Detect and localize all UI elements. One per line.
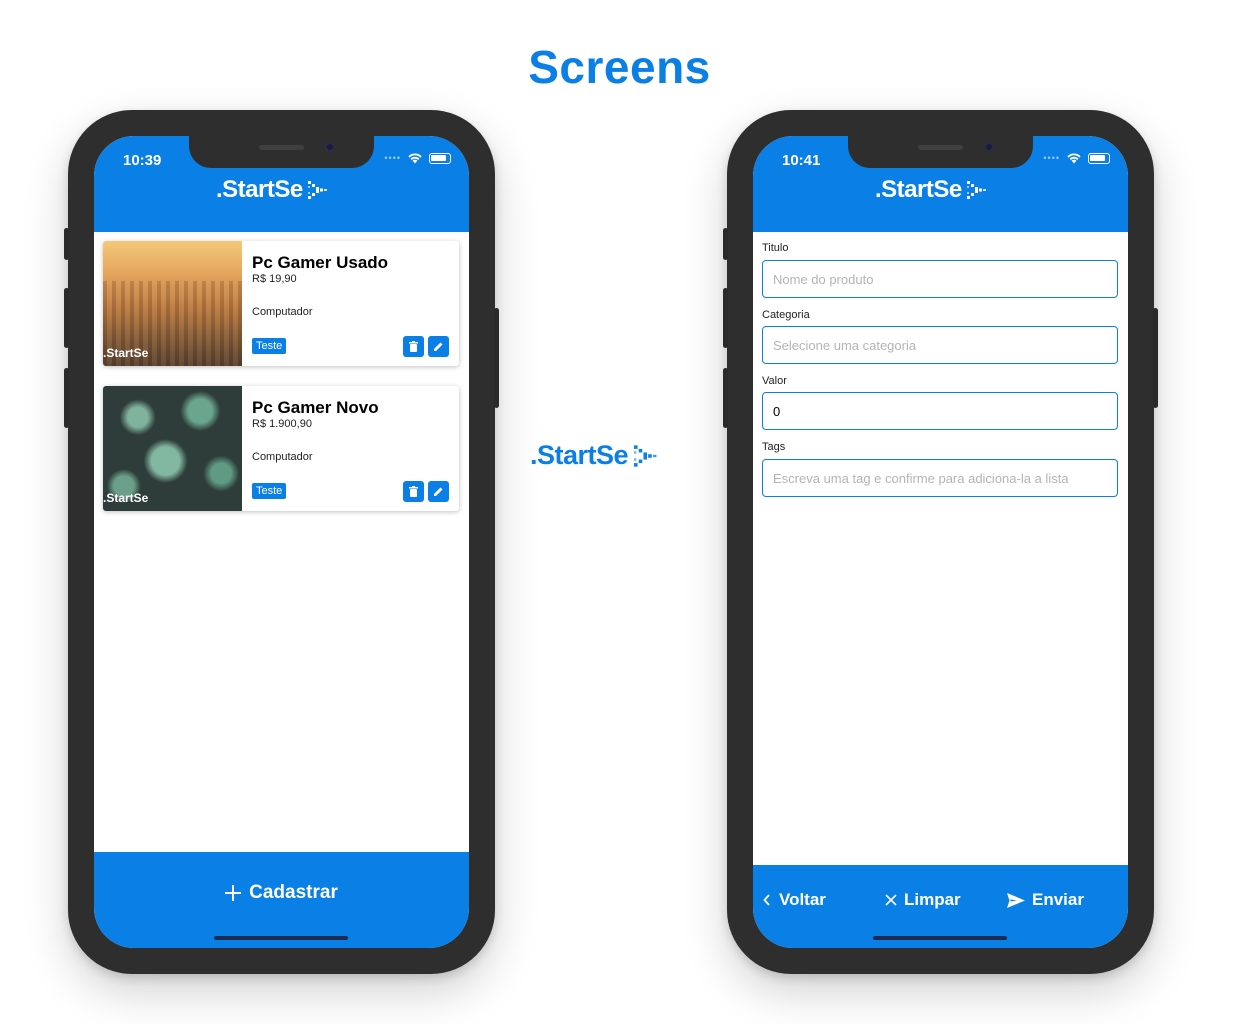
edit-button[interactable]	[428, 336, 449, 357]
logo-arrow-icon	[966, 181, 986, 199]
edit-button[interactable]	[428, 481, 449, 502]
list-screen: 10:39 •••• .StartSe .StartSe Pc Gamer Us…	[94, 136, 469, 948]
status-icons: ••••	[384, 152, 451, 164]
phone-list: 10:39 •••• .StartSe .StartSe Pc Gamer Us…	[64, 110, 499, 974]
bottom-bar: Cadastrar	[94, 852, 469, 948]
app-logo: .StartSe	[216, 176, 330, 204]
wifi-icon	[1067, 153, 1081, 164]
center-logo: .StartSe	[530, 440, 660, 471]
status-time: 10:41	[782, 152, 821, 169]
product-card[interactable]: .StartSe Pc Gamer Usado R$ 19,90 Computa…	[103, 241, 459, 366]
product-title: Pc Gamer Novo	[252, 398, 379, 417]
page-title: Screens	[528, 41, 711, 93]
back-label: Voltar	[779, 890, 826, 909]
tags-label: Tags	[762, 441, 786, 453]
product-image: .StartSe	[103, 386, 242, 511]
product-category: Computador	[252, 451, 313, 463]
logo-text: .StartSe	[875, 176, 962, 203]
send-label: Enviar	[1032, 890, 1084, 909]
register-button[interactable]: Cadastrar	[94, 882, 469, 904]
pencil-icon	[434, 342, 443, 351]
clear-label: Limpar	[904, 890, 961, 909]
home-indicator	[214, 936, 348, 940]
bottom-bar: Voltar Limpar Enviar	[753, 865, 1128, 948]
product-price: R$ 19,90	[252, 273, 297, 285]
signal-icon: ••••	[1043, 153, 1060, 163]
clear-button[interactable]: Limpar	[885, 890, 961, 910]
chevron-left-icon	[763, 894, 770, 906]
product-tag: Teste	[252, 483, 287, 499]
title-label: Titulo	[762, 242, 789, 254]
product-image: .StartSe	[103, 241, 242, 366]
wifi-icon	[408, 153, 422, 164]
center-logo-text: .StartSe	[530, 440, 629, 470]
pencil-icon	[434, 487, 443, 496]
product-category: Computador	[252, 306, 313, 318]
category-select[interactable]: Selecione uma categoria	[762, 326, 1118, 364]
delete-button[interactable]	[403, 336, 424, 357]
logo-arrow-icon	[634, 444, 657, 467]
status-icons: ••••	[1043, 152, 1110, 164]
image-watermark: .StartSe	[103, 491, 149, 505]
value-input[interactable]: 0	[762, 392, 1118, 430]
close-icon	[885, 894, 897, 906]
product-card[interactable]: .StartSe Pc Gamer Novo R$ 1.900,90 Compu…	[103, 386, 459, 511]
form-screen: 10:41 •••• .StartSe Titulo Nome do produ…	[753, 136, 1128, 948]
product-title: Pc Gamer Usado	[252, 253, 389, 272]
product-price: R$ 1.900,90	[252, 418, 312, 430]
app-logo: .StartSe	[875, 176, 989, 204]
signal-icon: ••••	[384, 153, 401, 163]
image-watermark: .StartSe	[103, 346, 149, 360]
value-label: Valor	[762, 375, 787, 387]
battery-icon	[429, 152, 451, 164]
battery-icon	[1088, 152, 1110, 164]
status-time: 10:39	[123, 152, 162, 169]
product-tag: Teste	[252, 338, 287, 354]
register-label: Cadastrar	[249, 882, 338, 903]
title-input[interactable]: Nome do produto	[762, 260, 1118, 298]
plus-icon	[225, 885, 242, 901]
tags-input[interactable]: Escreva uma tag e confirme para adiciona…	[762, 459, 1118, 497]
home-indicator	[873, 936, 1007, 940]
trash-icon	[409, 341, 418, 352]
delete-button[interactable]	[403, 481, 424, 502]
send-button[interactable]: Enviar	[1007, 890, 1084, 910]
phone-form: 10:41 •••• .StartSe Titulo Nome do produ…	[723, 110, 1158, 974]
back-button[interactable]: Voltar	[763, 890, 826, 910]
trash-icon	[409, 486, 418, 497]
send-icon	[1007, 892, 1025, 908]
category-label: Categoria	[762, 309, 810, 321]
logo-arrow-icon	[307, 181, 327, 199]
logo-text: .StartSe	[216, 176, 303, 203]
